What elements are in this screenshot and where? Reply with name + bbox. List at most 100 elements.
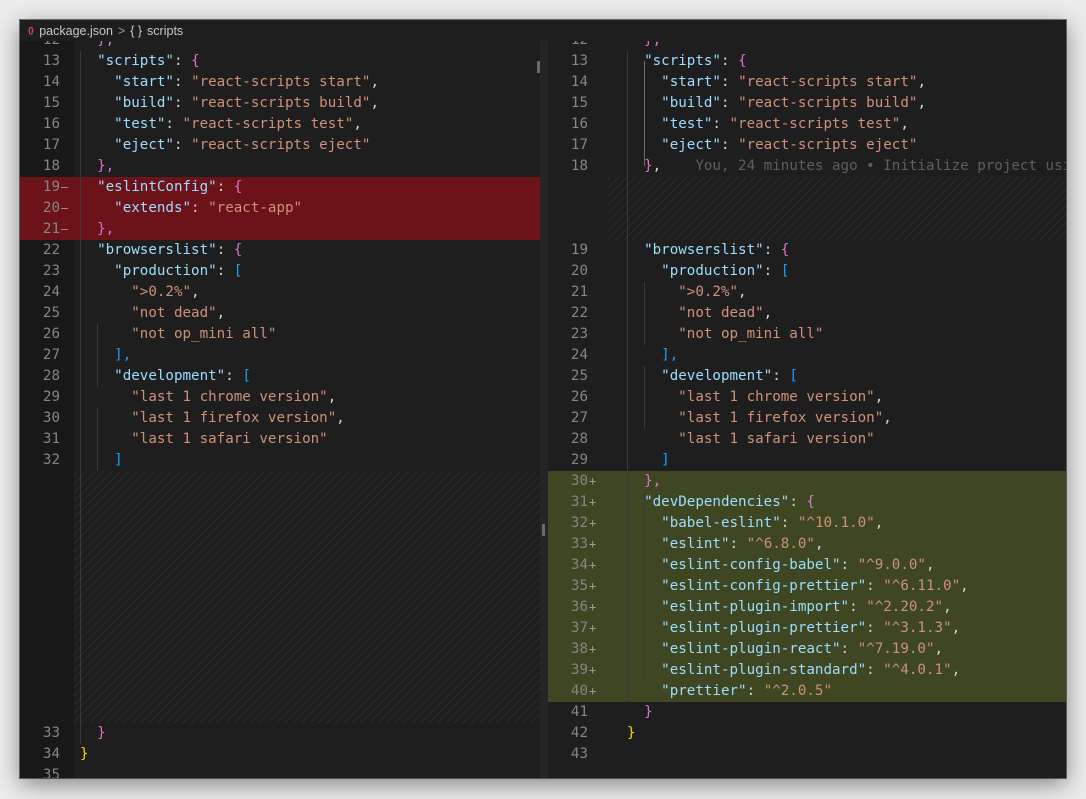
code-line[interactable]: 40 + "prettier": "^2.0.5" [548, 681, 1066, 702]
line-number: 41 [570, 704, 588, 720]
code-line[interactable]: 20 "production": [ [548, 261, 1066, 282]
code-line[interactable]: 16 "test": "react-scripts test", [548, 114, 1066, 135]
line-number: 17 [42, 137, 60, 153]
code-text: } [80, 744, 89, 765]
code-text: }, [80, 41, 114, 51]
code-line[interactable]: 15 "build": "react-scripts build", [548, 93, 1066, 114]
code-line[interactable]: 39 + "eslint-plugin-standard": "^4.0.1", [548, 660, 1066, 681]
code-line[interactable]: 25 "not dead", [20, 303, 540, 324]
original-editor-pane[interactable]: 12 },13 "scripts": {14 "start": "react-s… [20, 41, 540, 778]
code-line[interactable]: 19– "eslintConfig": { [20, 177, 540, 198]
code-token: , [327, 389, 337, 405]
code-token: }, [97, 41, 114, 48]
line-number: 33 [42, 725, 60, 741]
code-line[interactable]: 32 + "babel-eslint": "^10.1.0", [548, 513, 1066, 534]
code-token: "browserslist" [644, 242, 764, 258]
code-line[interactable]: 24 ], [548, 345, 1066, 366]
code-text: "prettier": "^2.0.5" [627, 681, 832, 702]
code-token: }, [644, 473, 662, 489]
code-line[interactable]: 12 }, [20, 41, 540, 51]
code-token: : [216, 242, 234, 258]
line-number: 21 [570, 284, 588, 300]
code-line[interactable]: 37 + "eslint-plugin-prettier": "^3.1.3", [548, 618, 1066, 639]
modified-editor-pane[interactable]: 12 },13 "scripts": {14 "start": "react-s… [548, 41, 1066, 778]
code-line[interactable]: 15 "build": "react-scripts build", [20, 93, 540, 114]
code-text: }, [80, 219, 114, 240]
line-number: 26 [570, 389, 588, 405]
code-token: ], [661, 347, 679, 363]
code-token: "eject" [661, 137, 721, 153]
code-line[interactable]: 17 "eject": "react-scripts eject" [20, 135, 540, 156]
diff-sash[interactable] [540, 41, 548, 778]
code-text: ] [627, 450, 670, 471]
code-line[interactable]: 17 "eject": "react-scripts eject" [548, 135, 1066, 156]
code-text: }, [627, 471, 661, 492]
code-line[interactable]: 33 } [20, 723, 540, 744]
code-token: , [353, 116, 362, 132]
code-token: "eslint-config-babel" [661, 557, 841, 573]
code-line[interactable]: 12 }, [548, 41, 1066, 51]
code-line[interactable]: 25 "development": [ [548, 366, 1066, 387]
code-token: "scripts" [97, 53, 174, 69]
code-line[interactable]: 23 "production": [ [20, 261, 540, 282]
code-line[interactable]: 22 "browserslist": { [20, 240, 540, 261]
code-line[interactable]: 21 ">0.2%", [548, 282, 1066, 303]
code-line[interactable]: 29 "last 1 chrome version", [20, 387, 540, 408]
code-token: ">0.2%" [131, 284, 192, 300]
code-text: "scripts": { [80, 51, 200, 72]
code-line[interactable]: 33 + "eslint": "^6.8.0", [548, 534, 1066, 555]
code-line[interactable]: 35 [20, 765, 540, 778]
code-line[interactable]: 24 ">0.2%", [20, 282, 540, 303]
code-line[interactable]: 23 "not op_mini all" [548, 324, 1066, 345]
code-token: "production" [661, 263, 764, 279]
code-line[interactable]: 36 + "eslint-plugin-import": "^2.20.2", [548, 597, 1066, 618]
code-line[interactable]: 16 "test": "react-scripts test", [20, 114, 540, 135]
code-line[interactable]: 26 "last 1 chrome version", [548, 387, 1066, 408]
code-line[interactable]: 21– }, [20, 219, 540, 240]
breadcrumb-file[interactable]: package.json [39, 24, 113, 38]
code-line[interactable]: 13 "scripts": { [20, 51, 540, 72]
code-token: "^2.20.2" [866, 599, 944, 615]
code-line[interactable]: 34} [20, 744, 540, 765]
breadcrumb-symbol[interactable]: scripts [147, 24, 183, 38]
code-line[interactable]: 31 + "devDependencies": { [548, 492, 1066, 513]
code-line[interactable]: 38 + "eslint-plugin-react": "^7.19.0", [548, 639, 1066, 660]
code-token: "not op_mini all" [678, 326, 824, 342]
code-line[interactable]: 14 "start": "react-scripts start", [548, 72, 1066, 93]
code-token: ] [114, 452, 123, 468]
line-number: 28 [42, 368, 60, 384]
code-line[interactable]: 18 }, [20, 156, 540, 177]
code-token: [ [789, 368, 798, 384]
code-line[interactable]: 22 "not dead", [548, 303, 1066, 324]
line-number: 22 [570, 305, 588, 321]
code-line[interactable]: 27 "last 1 firefox version", [548, 408, 1066, 429]
code-line[interactable]: 42} [548, 723, 1066, 744]
code-line[interactable]: 41 } [548, 702, 1066, 723]
line-number: 20 [570, 263, 588, 279]
code-text: "last 1 chrome version", [627, 387, 883, 408]
code-token: ] [661, 452, 670, 468]
code-line[interactable]: 34 + "eslint-config-babel": "^9.0.0", [548, 555, 1066, 576]
scrollbar-thumb[interactable] [542, 524, 545, 536]
code-line[interactable]: 19 "browserslist": { [548, 240, 1066, 261]
line-number: 20 [42, 200, 60, 216]
code-line[interactable]: 14 "start": "react-scripts start", [20, 72, 540, 93]
code-line[interactable]: 18 }, You, 24 minutes ago • Initialize p… [548, 156, 1066, 177]
code-line[interactable]: 20– "extends": "react-app" [20, 198, 540, 219]
code-line[interactable]: 29 ] [548, 450, 1066, 471]
line-number: 39 [570, 662, 588, 678]
code-line[interactable]: 35 + "eslint-config-prettier": "^6.11.0", [548, 576, 1066, 597]
code-line[interactable]: 43 [548, 744, 1066, 765]
code-line[interactable]: 13 "scripts": { [548, 51, 1066, 72]
code-token: "^4.0.1" [883, 662, 952, 678]
code-line[interactable]: 28 "last 1 safari version" [548, 429, 1066, 450]
code-line[interactable]: 30 + }, [548, 471, 1066, 492]
code-text: "eject": "react-scripts eject" [627, 135, 917, 156]
code-token: : [173, 95, 192, 111]
